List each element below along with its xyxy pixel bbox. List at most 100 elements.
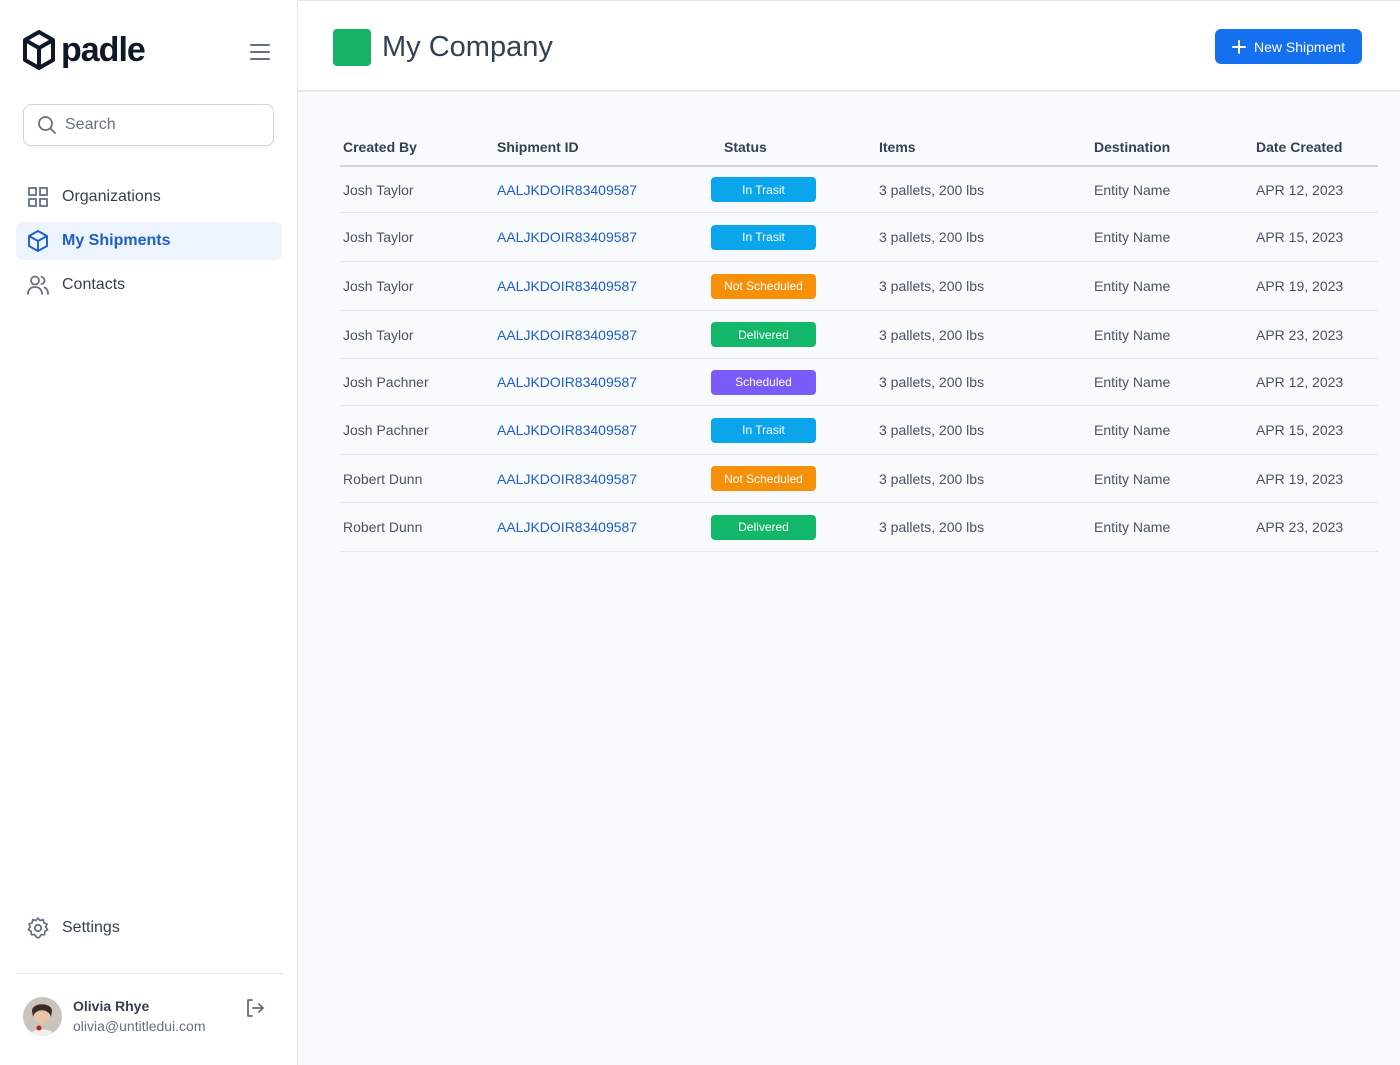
cell-status: In Trasit: [711, 417, 879, 443]
cell-destination: Entity Name: [1094, 374, 1171, 390]
cell-created-by: Josh Taylor: [343, 278, 414, 294]
user-email: olivia@untitledui.com: [73, 1018, 206, 1034]
column-header[interactable]: Items: [879, 139, 1094, 155]
sidebar-item-label: Organizations: [62, 188, 161, 205]
cell-shipment-id: AALJKDOIR83409587: [497, 327, 711, 343]
cell-status: Not Scheduled: [711, 466, 879, 491]
logout-icon[interactable]: [244, 997, 266, 1024]
status-badge: Not Scheduled: [711, 273, 816, 299]
cell-date-created: APR 12, 2023: [1256, 181, 1344, 198]
user-name: Olivia Rhye: [73, 998, 150, 1014]
shipment-id-link[interactable]: AALJKDOIR83409587: [497, 471, 637, 487]
shipment-id-link[interactable]: AALJKDOIR83409587: [497, 327, 637, 343]
cell-created-by: Josh Pachner: [343, 374, 429, 390]
cell-items: 3 pallets, 200 lbs: [879, 278, 985, 294]
cell-shipment-id: AALJKDOIR83409587: [497, 182, 711, 198]
cell-items: 3 pallets, 200 lbs: [879, 422, 985, 438]
cell-shipment-id: AALJKDOIR83409587: [497, 374, 711, 390]
sidebar-nav: Organizations My Shipments Contacts: [16, 178, 282, 310]
new-shipment-button[interactable]: New Shipment: [1215, 29, 1362, 64]
search-icon: [38, 116, 56, 134]
cell-destination: Entity Name: [1094, 422, 1171, 438]
gear-icon: [27, 917, 49, 939]
cell-status: In Trasit: [711, 177, 879, 202]
sidebar-item-my-shipments[interactable]: My Shipments: [16, 222, 282, 260]
sidebar-item-label: My Shipments: [62, 232, 171, 249]
table-row[interactable]: Josh Pachner AALJKDOIR83409587 Scheduled 3 …: [340, 359, 1378, 406]
shipment-id-link[interactable]: AALJKDOIR83409587: [497, 519, 637, 535]
column-header[interactable]: Date Created: [1256, 139, 1378, 155]
cell-shipment-id: AALJKDOIR83409587: [497, 422, 711, 438]
cell-status: Delivered: [711, 322, 879, 347]
cell-items: 3 pallets, 200 lbs: [879, 326, 985, 343]
settings-label: Settings: [62, 919, 120, 936]
cell-items: 3 pallets, 200 lbs: [879, 181, 985, 198]
cell-status: Delivered: [711, 514, 879, 540]
sidebar: padle Organizations My Shipments: [0, 0, 298, 1065]
cell-destination: Entity Name: [1094, 470, 1171, 487]
cell-destination: Entity Name: [1094, 181, 1171, 198]
user-profile: Olivia Rhye olivia@untitledui.com: [23, 996, 206, 1036]
shipment-id-link[interactable]: AALJKDOIR83409587: [497, 374, 637, 390]
cell-date-created: APR 23, 2023: [1256, 326, 1344, 343]
column-header[interactable]: Created By: [340, 139, 497, 155]
shipment-id-link[interactable]: AALJKDOIR83409587: [497, 278, 637, 294]
cell-created-by: Robert Dunn: [343, 519, 423, 535]
table-row[interactable]: Josh Pachner AALJKDOIR83409587 In Trasit 3 …: [340, 406, 1378, 455]
cell-items: 3 pallets, 200 lbs: [879, 519, 985, 535]
avatar[interactable]: [23, 996, 62, 1036]
sidebar-item-label: Contacts: [62, 276, 126, 293]
padle-logo-icon: [23, 30, 55, 70]
users-icon: [27, 275, 49, 295]
column-header[interactable]: Shipment ID: [497, 139, 711, 155]
cell-items: 3 pallets, 200 lbs: [879, 229, 985, 245]
cell-status: Scheduled: [711, 369, 879, 395]
cell-status: In Trasit: [711, 224, 879, 250]
table-row[interactable]: Josh Taylor AALJKDOIR83409587 In Trasit 3 p…: [340, 167, 1378, 213]
column-header[interactable]: Status: [711, 139, 879, 155]
company-logo: [333, 29, 371, 66]
status-badge: Delivered: [711, 514, 816, 540]
cell-destination: Entity Name: [1094, 229, 1171, 245]
page-header: My Company New Shipment: [298, 0, 1400, 92]
search-box[interactable]: [23, 104, 274, 146]
status-badge: Delivered: [711, 322, 816, 347]
cell-status: Not Scheduled: [711, 273, 879, 299]
shipment-id-link[interactable]: AALJKDOIR83409587: [497, 182, 637, 198]
cell-destination: Entity Name: [1094, 519, 1171, 535]
sidebar-item-contacts[interactable]: Contacts: [16, 266, 282, 304]
cell-items: 3 pallets, 200 lbs: [879, 374, 985, 390]
status-badge: In Trasit: [711, 177, 816, 202]
logo[interactable]: padle: [23, 30, 146, 70]
search-input[interactable]: [65, 116, 255, 134]
status-badge: In Trasit: [711, 224, 816, 250]
table-row[interactable]: Robert Dunn AALJKDOIR83409587 Delivered 3 p…: [340, 503, 1378, 552]
column-header[interactable]: Destination: [1094, 139, 1256, 155]
table-row[interactable]: Josh Taylor AALJKDOIR83409587 Not Schedule…: [340, 262, 1378, 311]
plus-icon: [1231, 39, 1246, 54]
sidebar-item-settings[interactable]: Settings: [26, 916, 120, 940]
status-badge: Scheduled: [711, 369, 816, 395]
shipment-id-link[interactable]: AALJKDOIR83409587: [497, 229, 637, 245]
page-title: My Company: [382, 31, 553, 63]
cell-shipment-id: AALJKDOIR83409587: [497, 519, 711, 535]
cell-items: 3 pallets, 200 lbs: [879, 470, 985, 487]
cell-date-created: APR 23, 2023: [1256, 519, 1344, 535]
cell-shipment-id: AALJKDOIR83409587: [497, 229, 711, 245]
cube-icon: [28, 230, 48, 252]
shipments-table: Created By Shipment ID Status Items Dest…: [340, 128, 1378, 552]
logo-text: padle: [61, 31, 146, 69]
shipment-id-link[interactable]: AALJKDOIR83409587: [497, 422, 637, 438]
cell-date-created: APR 15, 2023: [1256, 229, 1344, 245]
status-badge: Not Scheduled: [711, 466, 816, 491]
table-row[interactable]: Robert Dunn AALJKDOIR83409587 Not Schedule…: [340, 455, 1378, 503]
table-body: Josh Taylor AALJKDOIR83409587 In Trasit 3 p…: [340, 167, 1378, 552]
cell-shipment-id: AALJKDOIR83409587: [497, 471, 711, 487]
table-row[interactable]: Josh Taylor AALJKDOIR83409587 In Trasit 3 p…: [340, 213, 1378, 262]
cell-created-by: Josh Taylor: [343, 181, 414, 198]
menu-icon[interactable]: [250, 40, 276, 64]
cell-shipment-id: AALJKDOIR83409587: [497, 278, 711, 294]
table-row[interactable]: Josh Taylor AALJKDOIR83409587 Delivered 3 p…: [340, 311, 1378, 359]
sidebar-item-organizations[interactable]: Organizations: [16, 178, 282, 216]
new-shipment-label: New Shipment: [1253, 38, 1346, 55]
